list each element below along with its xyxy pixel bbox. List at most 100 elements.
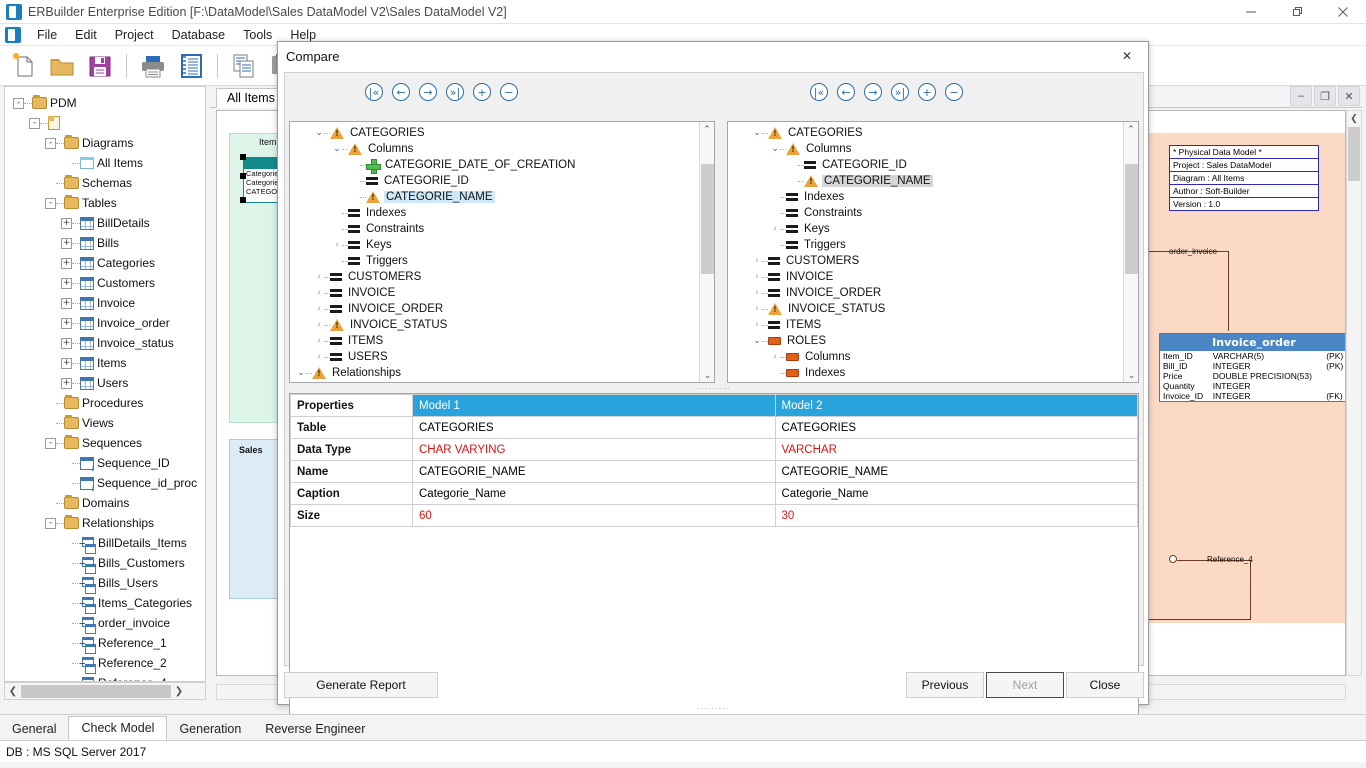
difference-tree-node[interactable]: ›Triggers — [728, 237, 1138, 253]
generate-report-button[interactable]: Generate Report — [284, 672, 438, 698]
collapse-toggle-icon[interactable]: - — [13, 98, 24, 109]
table-row[interactable]: CaptionCategorie_NameCategorie_Name — [291, 483, 1138, 505]
sidebar-item-invoice-order[interactable]: +Invoice_order — [5, 313, 205, 333]
expand-toggle-icon[interactable]: + — [61, 358, 72, 369]
chevron-right-icon[interactable]: › — [314, 304, 324, 314]
previous-difference-button[interactable]: ← — [837, 83, 855, 101]
sidebar-item-pdm[interactable]: -PDM — [5, 93, 205, 113]
expand-toggle-icon[interactable]: + — [61, 318, 72, 329]
chevron-down-icon[interactable]: ⌄ — [770, 144, 780, 154]
tab-check-model[interactable]: Check Model — [68, 716, 167, 740]
difference-tree-node[interactable]: ›ITEMS — [728, 317, 1138, 333]
menu-database[interactable]: Database — [163, 26, 235, 44]
chevron-right-icon[interactable]: › — [314, 288, 324, 298]
last-difference-button[interactable]: »| — [446, 83, 464, 101]
chevron-right-icon[interactable]: › — [752, 272, 762, 282]
difference-tree-node[interactable]: ›Triggers — [290, 253, 714, 269]
expand-toggle-icon[interactable]: + — [61, 238, 72, 249]
difference-tree-node[interactable]: ›Indexes — [728, 365, 1138, 381]
table-row[interactable]: Data TypeCHAR VARYINGVARCHAR — [291, 439, 1138, 461]
chevron-down-icon[interactable]: ⌄ — [752, 336, 762, 346]
selection-handle[interactable] — [240, 197, 246, 203]
scroll-down-icon[interactable]: ⌄ — [1124, 368, 1139, 382]
next-difference-button[interactable]: → — [864, 83, 882, 101]
sidebar-item-billdetails[interactable]: +BillDetails — [5, 213, 205, 233]
chevron-right-icon[interactable]: › — [752, 256, 762, 266]
scrollbar-thumb[interactable] — [1125, 164, 1138, 274]
difference-tree-node[interactable]: ›Keys — [728, 221, 1138, 237]
chevron-down-icon[interactable]: ⌄ — [332, 144, 342, 154]
menu-file[interactable]: File — [28, 26, 66, 44]
previous-difference-button[interactable]: ← — [392, 83, 410, 101]
collapse-all-button[interactable]: − — [945, 83, 963, 101]
collapse-all-button[interactable]: − — [500, 83, 518, 101]
difference-tree-node[interactable]: ›INVOICE — [728, 269, 1138, 285]
difference-tree-node[interactable]: ⌄Columns — [728, 141, 1138, 157]
expand-toggle-icon[interactable]: + — [61, 218, 72, 229]
difference-tree-node[interactable]: ⌄ROLES — [728, 333, 1138, 349]
close-button[interactable]: Close — [1066, 672, 1144, 698]
sidebar-item-items[interactable]: +Items — [5, 353, 205, 373]
scroll-down-icon[interactable]: ⌄ — [700, 368, 715, 382]
chevron-right-icon[interactable]: › — [752, 320, 762, 330]
chevron-right-icon[interactable]: › — [752, 288, 762, 298]
scroll-up-icon[interactable]: ⌃ — [1124, 122, 1138, 136]
sidebar-item-reference-4[interactable]: Reference_4 — [5, 673, 205, 682]
expand-toggle-icon[interactable]: + — [61, 378, 72, 389]
difference-tree-node[interactable]: ›CATEGORIE_NAME — [290, 189, 714, 205]
collapse-toggle-icon[interactable]: - — [45, 198, 56, 209]
sidebar-item-all-items[interactable]: All Items — [5, 153, 205, 173]
difference-tree-node[interactable]: ›CUSTOMERS — [290, 269, 714, 285]
sidebar-item-bills-users[interactable]: Bills_Users — [5, 573, 205, 593]
diagram-vscrollbar[interactable]: ❮ — [1346, 110, 1362, 676]
model-explorer-tree[interactable]: -PDM--DiagramsAll ItemsSchemas-Tables+Bi… — [5, 87, 205, 682]
sidebar-item-procedures[interactable]: Procedures — [5, 393, 205, 413]
mdi-restore-button[interactable]: ❐ — [1314, 86, 1336, 106]
mdi-close-button[interactable]: ✕ — [1338, 86, 1360, 106]
difference-tree-node[interactable]: ›CUSTOMERS — [728, 253, 1138, 269]
sidebar-item-order-invoice[interactable]: order_invoice — [5, 613, 205, 633]
sidebar-item-users[interactable]: +Users — [5, 373, 205, 393]
difference-tree-node[interactable]: ›Keys — [290, 237, 714, 253]
collapse-toggle-icon[interactable]: - — [45, 518, 56, 529]
difference-tree-node[interactable]: ⌄Columns — [290, 141, 714, 157]
minimize-button[interactable] — [1228, 0, 1274, 24]
mdi-minimize-button[interactable]: – — [1290, 86, 1312, 106]
tab-reverse-engineer[interactable]: Reverse Engineer — [253, 718, 377, 740]
sidebar-item-diagrams[interactable]: -Diagrams — [5, 133, 205, 153]
sidebar-item-reference-1[interactable]: Reference_1 — [5, 633, 205, 653]
difference-tree-node[interactable]: ⌄Relationships — [290, 365, 714, 381]
next-button[interactable]: Next — [986, 672, 1064, 698]
sidebar-item-domains[interactable]: Domains — [5, 493, 205, 513]
model2-difference-tree[interactable]: ⌄CATEGORIES⌄Columns›CATEGORIE_ID›CATEGOR… — [727, 121, 1139, 383]
difference-tree-node[interactable]: ›Constraints — [728, 205, 1138, 221]
menu-tools[interactable]: Tools — [234, 26, 281, 44]
tab-generation[interactable]: Generation — [167, 718, 253, 740]
scroll-up-icon[interactable]: ❮ — [1347, 111, 1361, 125]
expand-toggle-icon[interactable]: + — [61, 278, 72, 289]
chevron-right-icon[interactable]: › — [314, 336, 324, 346]
model1-difference-tree[interactable]: ⌄CATEGORIES⌄Columns›CATEGORIE_DATE_OF_CR… — [289, 121, 715, 383]
difference-tree-node[interactable]: ›INVOICE — [290, 285, 714, 301]
next-difference-button[interactable]: → — [419, 83, 437, 101]
tab-all-items[interactable]: All Items — [216, 88, 286, 108]
sidebar-item-sequences[interactable]: -Sequences — [5, 433, 205, 453]
chevron-right-icon[interactable]: › — [332, 240, 342, 250]
print-icon[interactable] — [135, 48, 171, 84]
sidebar-item-relationships[interactable]: -Relationships — [5, 513, 205, 533]
save-icon[interactable] — [82, 48, 118, 84]
menu-edit[interactable]: Edit — [66, 26, 106, 44]
difference-tree-node[interactable]: ›INVOICE_STATUS — [290, 317, 714, 333]
difference-tree-node[interactable]: ›INVOICE_STATUS — [728, 301, 1138, 317]
splitter-grip[interactable]: ········· — [285, 385, 1143, 393]
scroll-up-icon[interactable]: ⌃ — [700, 122, 714, 136]
last-difference-button[interactable]: »| — [891, 83, 909, 101]
maximize-button[interactable] — [1274, 0, 1320, 24]
difference-tree-node[interactable]: ›Indexes — [290, 205, 714, 221]
scrollbar-thumb[interactable] — [701, 164, 714, 274]
tab-general[interactable]: General — [0, 718, 68, 740]
model-explorer-hscrollbar[interactable]: ❮ ❯ — [4, 682, 206, 700]
chevron-right-icon[interactable]: › — [770, 352, 780, 362]
chevron-down-icon[interactable]: ⌄ — [296, 368, 306, 378]
scroll-right-icon[interactable]: ❯ — [171, 683, 187, 699]
